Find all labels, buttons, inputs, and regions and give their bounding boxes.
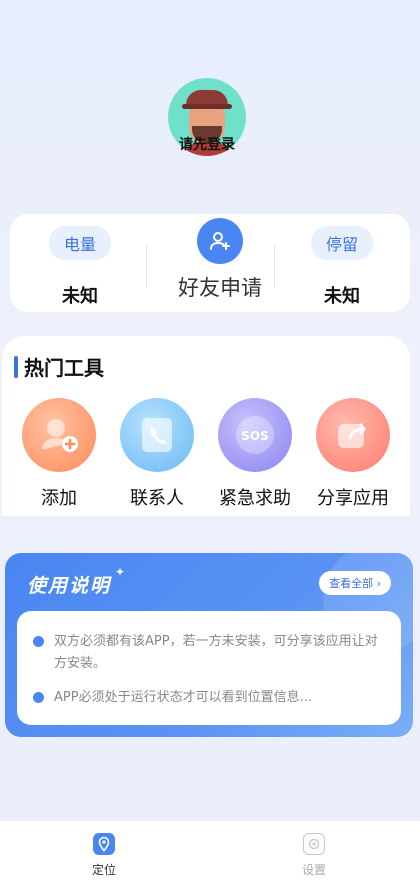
tool-label: 添加 (41, 488, 77, 509)
view-all-button[interactable]: 查看全部 › (319, 571, 391, 595)
bullet-icon (33, 692, 44, 703)
tool-label: 联系人 (130, 488, 184, 509)
battery-label: 电量 (48, 226, 111, 260)
friend-request-label: 好友申请 (178, 276, 262, 300)
divider (274, 244, 275, 288)
add-friend-icon (197, 218, 243, 264)
section-title: 热门工具 (14, 352, 104, 381)
instructions-list: 双方必须都有该APP，若一方未安装，可分享该应用让对方安装。 APP必须处于运行… (17, 611, 401, 725)
stay-label: 停留 (310, 226, 373, 260)
bottom-nav: 定位 设置 (0, 820, 420, 881)
battery-stat: 电量 未知 (30, 226, 130, 308)
share-icon (316, 398, 390, 472)
list-item: APP必须处于运行状态才可以看到位置信息... (33, 687, 385, 709)
add-user-icon (22, 398, 96, 472)
hot-tools-section: 热门工具 添加 联系人 SOS 紧急求助 分享应用 (2, 336, 410, 516)
location-icon (93, 833, 115, 855)
tool-sos[interactable]: SOS 紧急求助 (210, 398, 300, 510)
list-item: 双方必须都有该APP，若一方未安装，可分享该应用让对方安装。 (33, 631, 385, 675)
stay-stat: 停留 未知 (292, 226, 392, 308)
battery-value: 未知 (62, 286, 98, 307)
sos-icon: SOS (218, 398, 292, 472)
nav-label: 设置 (301, 863, 326, 877)
bullet-icon (33, 636, 44, 647)
friend-request-button[interactable]: 好友申请 (160, 218, 280, 302)
tools-title-text: 热门工具 (24, 356, 104, 380)
sos-badge-text: SOS (241, 429, 269, 443)
tool-share[interactable]: 分享应用 (308, 398, 398, 510)
tool-contacts[interactable]: 联系人 (112, 398, 202, 510)
sparkle-icon: ✦ (115, 565, 126, 579)
instructions-title: 使用说明 (27, 575, 112, 597)
instruction-text: APP必须处于运行状态才可以看到位置信息... (54, 690, 312, 705)
stay-value: 未知 (324, 286, 360, 307)
tool-add[interactable]: 添加 (14, 398, 104, 510)
settings-icon (303, 833, 325, 855)
nav-item-locate[interactable]: 定位 (74, 833, 134, 878)
tool-label: 紧急求助 (219, 488, 291, 509)
divider (146, 244, 147, 288)
tool-label: 分享应用 (317, 488, 389, 509)
status-card: 电量 未知 好友申请 停留 未知 (10, 214, 410, 312)
instruction-text: 双方必须都有该APP，若一方未安装，可分享该应用让对方安装。 (54, 634, 378, 671)
nav-label: 定位 (91, 863, 116, 877)
instructions-card: 使用说明 ✦ 查看全部 › 双方必须都有该APP，若一方未安装，可分享该应用让对… (5, 553, 413, 737)
title-accent-bar (14, 355, 18, 378)
login-prompt[interactable]: 请先登录 (168, 134, 246, 154)
contacts-icon (120, 398, 194, 472)
nav-item-settings[interactable]: 设置 (284, 833, 344, 878)
